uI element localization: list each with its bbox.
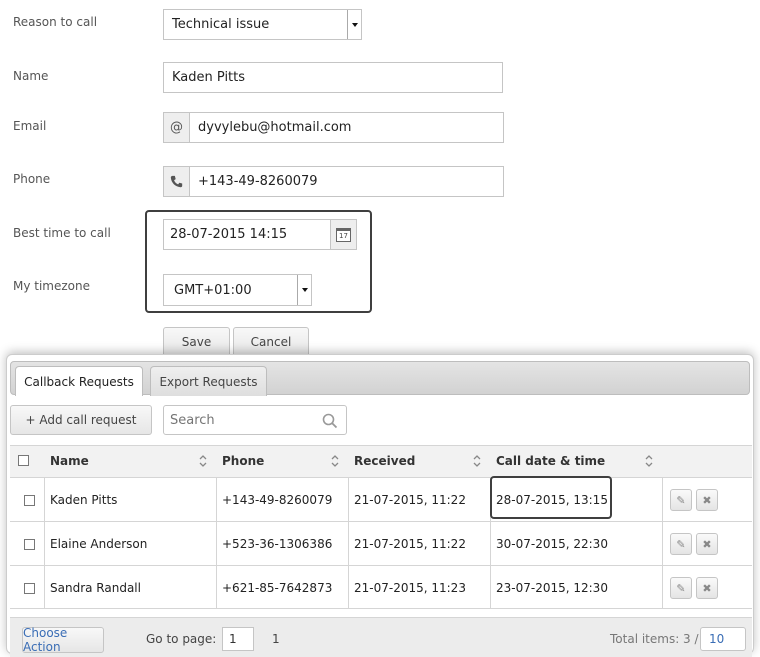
highlight-box xyxy=(145,210,372,313)
total-items-label: Total items: 3 / xyxy=(610,632,699,646)
reason-label: Reason to call xyxy=(13,15,98,29)
row-checkbox[interactable] xyxy=(24,538,35,550)
column-label: Phone xyxy=(222,454,265,468)
callback-panel: Callback Requests Export Requests + Add … xyxy=(6,354,754,657)
table-row: Kaden Pitts +143-49-8260079 21-07-2015, … xyxy=(10,477,752,521)
row-checkbox[interactable] xyxy=(24,582,35,594)
name-label: Name xyxy=(13,69,49,83)
tab-callback-requests[interactable]: Callback Requests xyxy=(15,366,143,396)
edit-icon[interactable]: ✎ xyxy=(670,489,692,511)
cell-received: 21-07-2015, 11:22 xyxy=(354,537,466,551)
cell-name: Kaden Pitts xyxy=(50,493,118,507)
name-field[interactable]: Kaden Pitts xyxy=(163,62,503,93)
phone-icon xyxy=(164,167,190,196)
cell-call-date: 30-07-2015, 22:30 xyxy=(496,537,608,551)
timezone-label: My timezone xyxy=(13,279,91,293)
cell-call-date: 23-07-2015, 12:30 xyxy=(496,581,608,595)
cell-received: 21-07-2015, 11:22 xyxy=(354,493,466,507)
tab-export-requests[interactable]: Export Requests xyxy=(150,366,267,396)
edit-icon[interactable]: ✎ xyxy=(670,533,692,555)
select-all-checkbox[interactable] xyxy=(18,455,29,466)
search-box xyxy=(163,405,347,435)
table-row: Elaine Anderson +523-36-1306386 21-07-20… xyxy=(10,521,752,565)
save-button[interactable]: Save xyxy=(163,327,230,357)
tab-strip: Callback Requests Export Requests xyxy=(10,361,750,396)
phone-label: Phone xyxy=(13,172,51,186)
cell-phone: +143-49-8260079 xyxy=(222,493,333,507)
column-label: Name xyxy=(50,454,89,468)
pager-bar: Choose Action Go to page: 1 1 Total item… xyxy=(10,617,752,657)
name-value: Kaden Pitts xyxy=(172,70,246,85)
sort-icon[interactable] xyxy=(330,454,340,468)
column-label: Received xyxy=(354,454,416,468)
email-field[interactable]: @ dyvylebu@hotmail.com xyxy=(163,112,504,143)
cell-received: 21-07-2015, 11:23 xyxy=(354,581,466,595)
choose-action-dropdown[interactable]: Choose Action xyxy=(22,626,104,654)
table-row: Sandra Randall +621-85-7642873 21-07-201… xyxy=(10,565,752,609)
search-input[interactable] xyxy=(168,410,316,430)
best-time-label: Best time to call xyxy=(13,226,111,240)
email-label: Email xyxy=(13,119,47,133)
highlight-box xyxy=(490,476,612,519)
reason-value: Technical issue xyxy=(172,17,270,32)
cell-phone: +523-36-1306386 xyxy=(222,537,333,551)
cell-name: Sandra Randall xyxy=(50,581,141,595)
cancel-button[interactable]: Cancel xyxy=(233,327,309,357)
edit-icon[interactable]: ✎ xyxy=(670,577,692,599)
cell-name: Elaine Anderson xyxy=(50,537,148,551)
reason-select[interactable]: Technical issue xyxy=(163,9,362,40)
search-icon[interactable] xyxy=(322,413,338,429)
delete-icon[interactable]: ✖ xyxy=(696,577,718,599)
add-call-request-button[interactable]: + Add call request xyxy=(10,405,152,435)
column-header-name[interactable]: Name xyxy=(44,445,216,477)
delete-icon[interactable]: ✖ xyxy=(696,533,718,555)
at-icon: @ xyxy=(164,113,190,142)
page-total: 1 xyxy=(272,632,280,646)
goto-label: Go to page: xyxy=(146,632,217,646)
sort-icon[interactable] xyxy=(644,454,654,468)
chevron-down-icon[interactable] xyxy=(347,10,361,39)
sort-icon[interactable] xyxy=(198,454,208,468)
phone-value: +143-49-8260079 xyxy=(198,174,318,189)
column-header-received[interactable]: Received xyxy=(348,445,490,477)
row-checkbox[interactable] xyxy=(24,494,35,506)
column-header-phone[interactable]: Phone xyxy=(216,445,348,477)
email-value: dyvylebu@hotmail.com xyxy=(198,120,352,135)
delete-icon[interactable]: ✖ xyxy=(696,489,718,511)
page-size-select[interactable]: 10 xyxy=(700,627,746,651)
column-header-call-date[interactable]: Call date & time xyxy=(490,445,662,477)
sort-icon[interactable] xyxy=(472,454,482,468)
column-label: Call date & time xyxy=(496,454,606,468)
cell-phone: +621-85-7642873 xyxy=(222,581,333,595)
page-input[interactable]: 1 xyxy=(222,627,254,651)
phone-field[interactable]: +143-49-8260079 xyxy=(163,166,504,197)
